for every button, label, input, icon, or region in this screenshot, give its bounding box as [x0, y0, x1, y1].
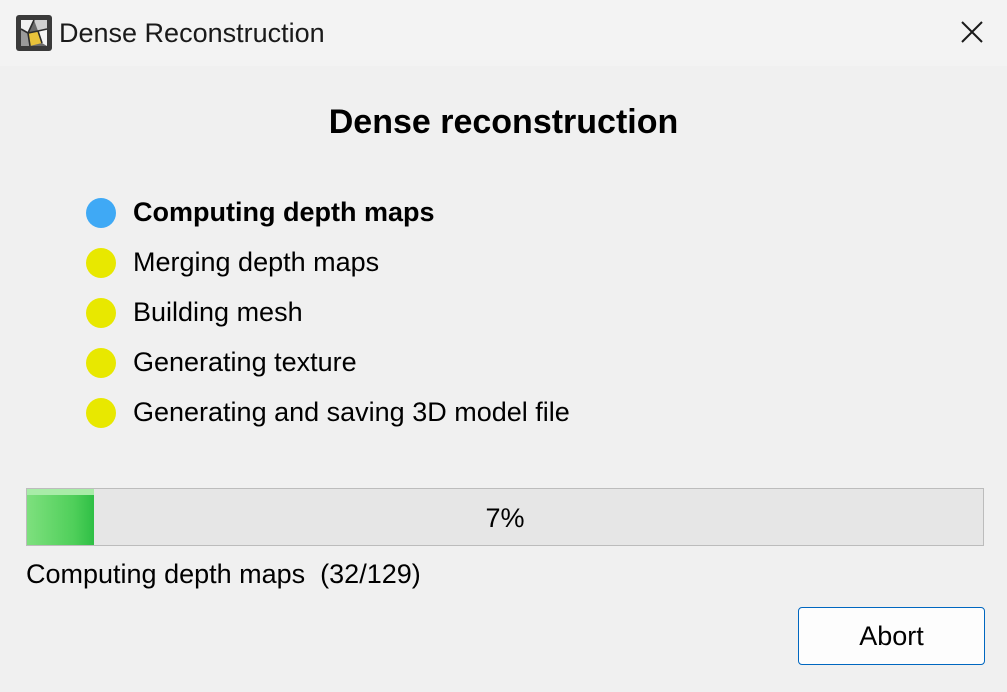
pending-step-dot-icon	[86, 248, 116, 278]
step-label: Merging depth maps	[133, 247, 380, 277]
step-label: Building mesh	[133, 297, 303, 327]
photogrammetry-app-icon	[16, 15, 52, 51]
progress-status-text: Computing depth maps (32/129)	[26, 559, 421, 589]
step-label: Generating texture	[133, 347, 357, 377]
progress-bar: 7%	[26, 488, 984, 546]
progress-percent-label: 7%	[485, 503, 525, 533]
abort-button[interactable]: Abort	[798, 607, 985, 665]
close-icon	[961, 21, 983, 43]
close-button[interactable]	[952, 12, 992, 52]
pending-step-dot-icon	[86, 298, 116, 328]
step-label: Generating and saving 3D model file	[133, 397, 570, 427]
dense-reconstruction-dialog: Dense Reconstruction Dense reconstructio…	[0, 0, 1007, 692]
window-title: Dense Reconstruction	[59, 18, 325, 48]
pending-step-dot-icon	[86, 348, 116, 378]
pending-step-dot-icon	[86, 398, 116, 428]
active-step-dot-icon	[86, 198, 116, 228]
dialog-heading: Dense reconstruction	[328, 103, 679, 141]
title-bar: Dense Reconstruction	[0, 0, 1007, 66]
step-label: Computing depth maps	[133, 197, 435, 227]
